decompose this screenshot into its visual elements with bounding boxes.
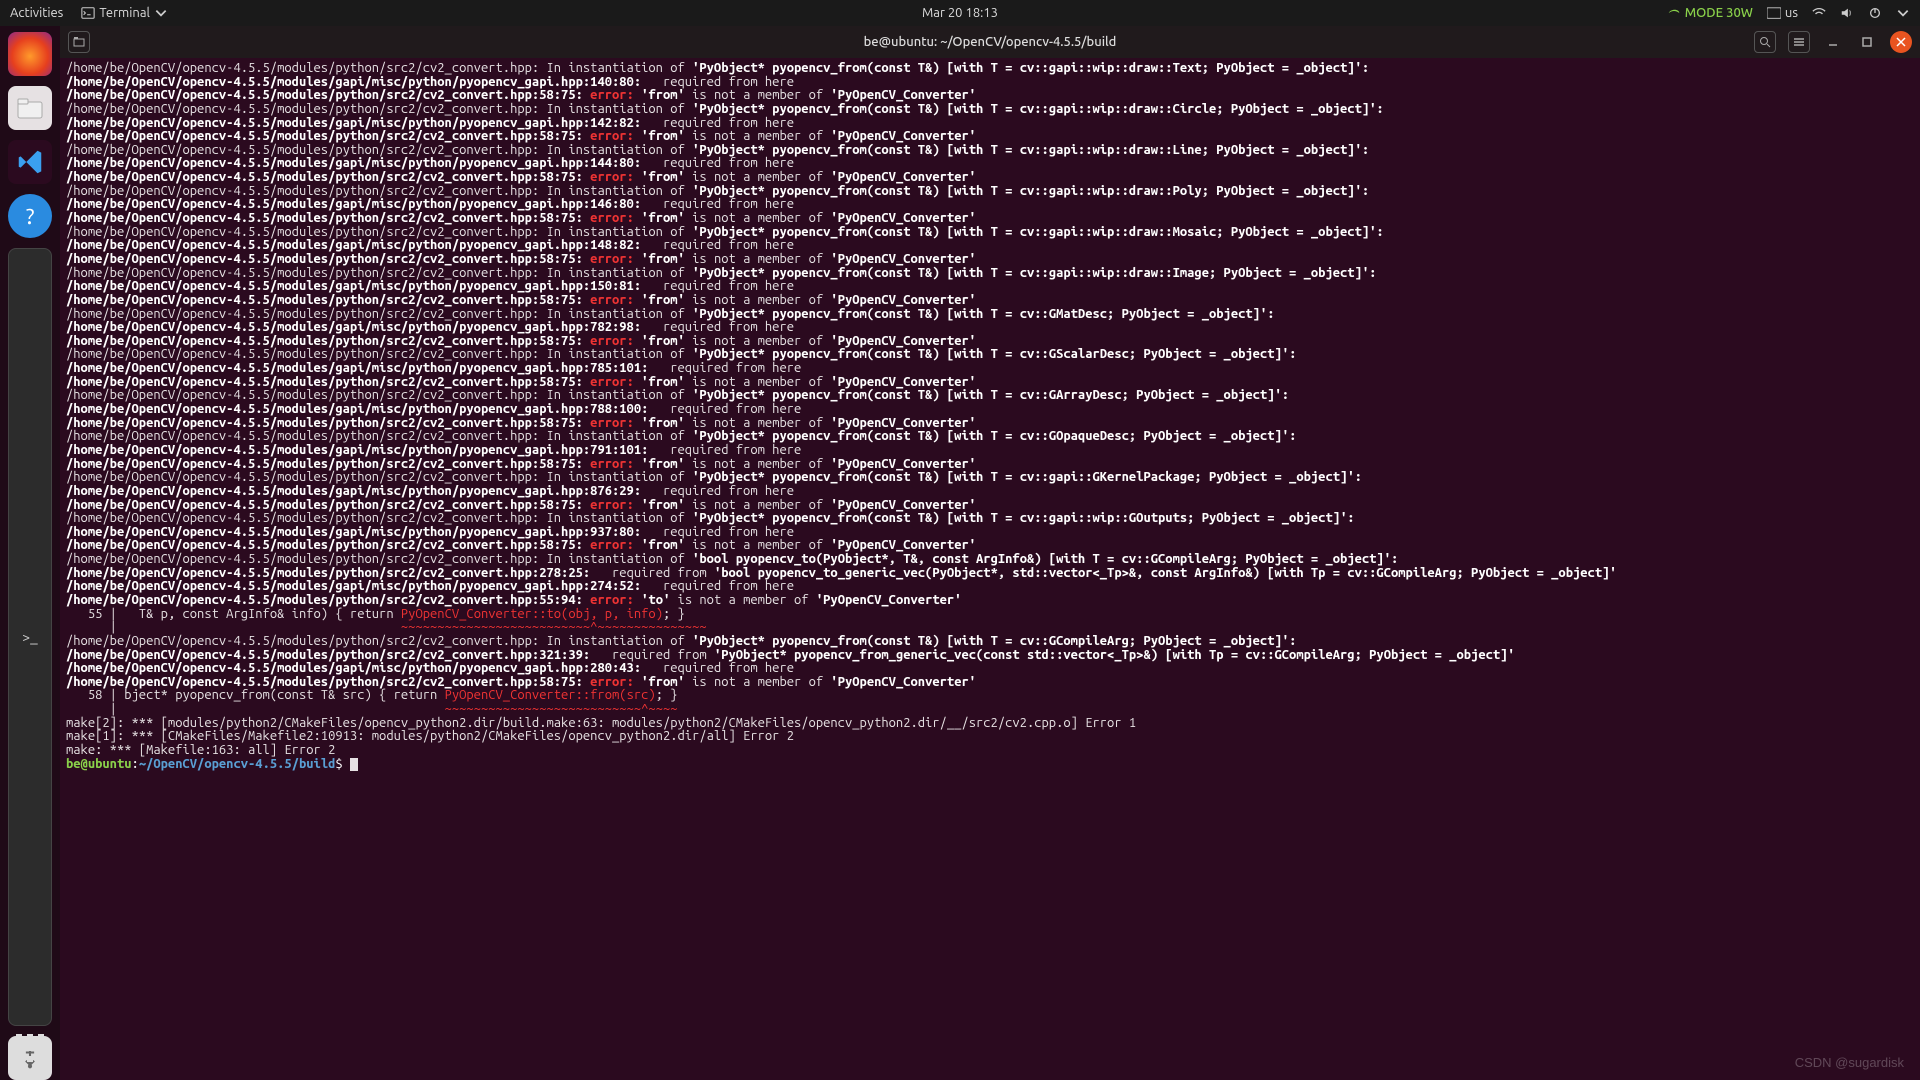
dock-files[interactable] [8, 86, 52, 130]
clock[interactable]: Mar 20 18:13 [922, 6, 998, 20]
search-button[interactable] [1754, 31, 1776, 53]
chevron-down-icon [154, 6, 168, 20]
power-icon[interactable] [1868, 6, 1882, 20]
maximize-icon [1861, 36, 1873, 48]
search-icon [1759, 36, 1771, 48]
vscode-icon [15, 147, 45, 177]
dock-help[interactable]: ? [8, 194, 52, 238]
keyboard-icon [1767, 6, 1781, 20]
keyboard-layout[interactable]: us [1767, 6, 1798, 20]
window-title: be@ubuntu: ~/OpenCV/opencv-4.5.5/build [864, 35, 1117, 49]
hamburger-menu-button[interactable] [1788, 31, 1810, 53]
dock-terminal[interactable]: >_ [8, 248, 52, 1026]
nvidia-icon [1667, 6, 1681, 20]
ubuntu-dock: ? >_ [0, 26, 60, 1080]
activities-button[interactable]: Activities [10, 6, 63, 20]
new-tab-button[interactable] [68, 31, 90, 53]
minimize-icon [1827, 36, 1839, 48]
gnome-top-bar: Activities Terminal Mar 20 18:13 MODE 30… [0, 0, 1920, 26]
dock-firefox[interactable] [8, 32, 52, 76]
wifi-icon[interactable] [1812, 6, 1826, 20]
chevron-down-icon[interactable] [1896, 6, 1910, 20]
show-apps-button[interactable] [8, 1026, 52, 1070]
maximize-button[interactable] [1856, 31, 1878, 53]
hamburger-icon [1793, 36, 1805, 48]
terminal-app-menu[interactable]: Terminal [81, 6, 168, 20]
terminal-window: be@ubuntu: ~/OpenCV/opencv-4.5.5/build /… [60, 26, 1920, 1080]
terminal-icon [81, 6, 95, 20]
close-button[interactable] [1890, 31, 1912, 53]
tab-icon [73, 36, 85, 48]
dock-vscode[interactable] [8, 140, 52, 184]
minimize-button[interactable] [1822, 31, 1844, 53]
folder-icon [17, 97, 43, 119]
volume-icon[interactable] [1840, 6, 1854, 20]
window-title-bar: be@ubuntu: ~/OpenCV/opencv-4.5.5/build [60, 26, 1920, 58]
nvidia-mode[interactable]: MODE 30W [1667, 6, 1753, 20]
terminal-output[interactable]: /home/be/OpenCV/opencv-4.5.5/modules/pyt… [60, 58, 1920, 1080]
close-icon [1895, 36, 1907, 48]
watermark: CSDN @sugardisk [1795, 1055, 1904, 1070]
